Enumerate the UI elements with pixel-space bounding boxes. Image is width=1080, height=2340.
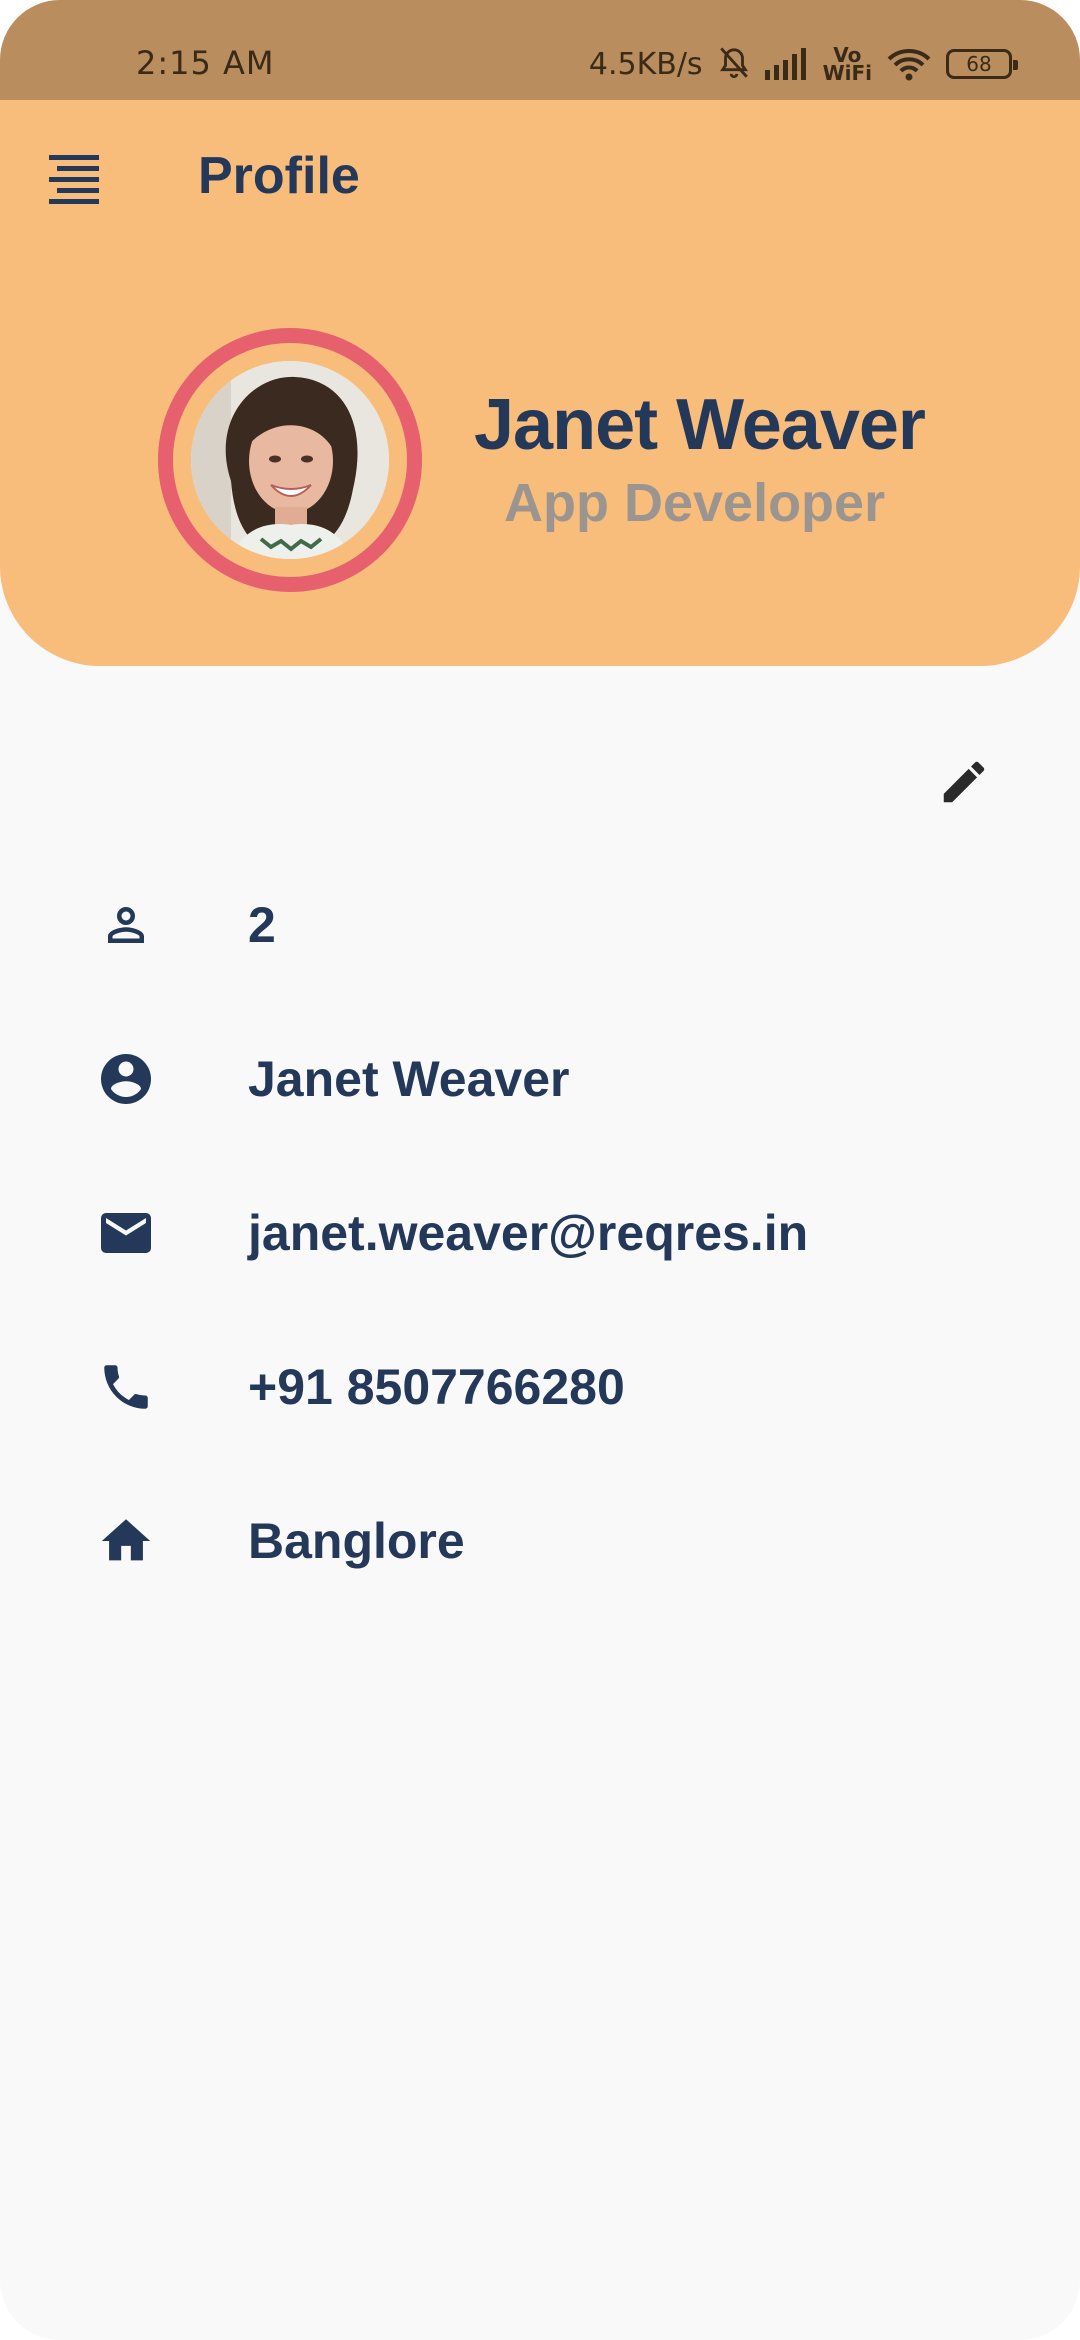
profile-header: Profile Janet Weaver App Developer: [0, 100, 1080, 666]
info-row-address: Banglore: [0, 1491, 1080, 1591]
info-text-id: 2: [248, 897, 276, 953]
battery-level: 68: [966, 52, 992, 76]
status-time: 2:15 AM: [136, 44, 275, 82]
avatar-ring[interactable]: [158, 328, 422, 592]
battery-icon: 68: [946, 49, 1018, 79]
info-text-name: Janet Weaver: [248, 1051, 570, 1107]
wifi-icon: [886, 47, 932, 81]
page-title: Profile: [198, 147, 360, 205]
person-outline-icon: [96, 895, 156, 955]
pencil-icon: [943, 761, 985, 803]
menu-lines-icon: [49, 155, 99, 204]
email-icon: [96, 1203, 156, 1263]
info-row-phone: +91 8507766280: [0, 1337, 1080, 1437]
vowifi-bottom: WiFi: [822, 61, 872, 85]
signal-icon: [764, 48, 809, 80]
info-text-address: Banglore: [248, 1513, 465, 1569]
menu-button[interactable]: [44, 148, 108, 212]
profile-role: App Developer: [504, 473, 886, 533]
bell-muted-icon: [717, 45, 751, 83]
info-text-phone: +91 8507766280: [248, 1359, 625, 1415]
profile-name: Janet Weaver: [474, 385, 926, 465]
info-row-name: Janet Weaver: [0, 1029, 1080, 1129]
vowifi-icon: Vo WiFi: [822, 45, 872, 85]
net-speed: 4.5KB/s: [588, 46, 703, 82]
phone-icon: [96, 1357, 156, 1417]
avatar: [191, 361, 389, 559]
info-text-email: janet.weaver@reqres.in: [248, 1205, 809, 1261]
edit-button[interactable]: [932, 750, 996, 814]
status-icons: 4.5KB/s Vo WiFi 68: [588, 40, 1018, 88]
profile-screen: 2:15 AM 4.5KB/s Vo WiFi 68 Profile Janet…: [0, 0, 1080, 2340]
status-bar: 2:15 AM 4.5KB/s Vo WiFi 68: [0, 0, 1080, 100]
home-icon: [96, 1511, 156, 1571]
info-row-email: janet.weaver@reqres.in: [0, 1183, 1080, 1283]
account-circle-icon: [96, 1049, 156, 1109]
info-row-id: 2: [0, 875, 1080, 975]
